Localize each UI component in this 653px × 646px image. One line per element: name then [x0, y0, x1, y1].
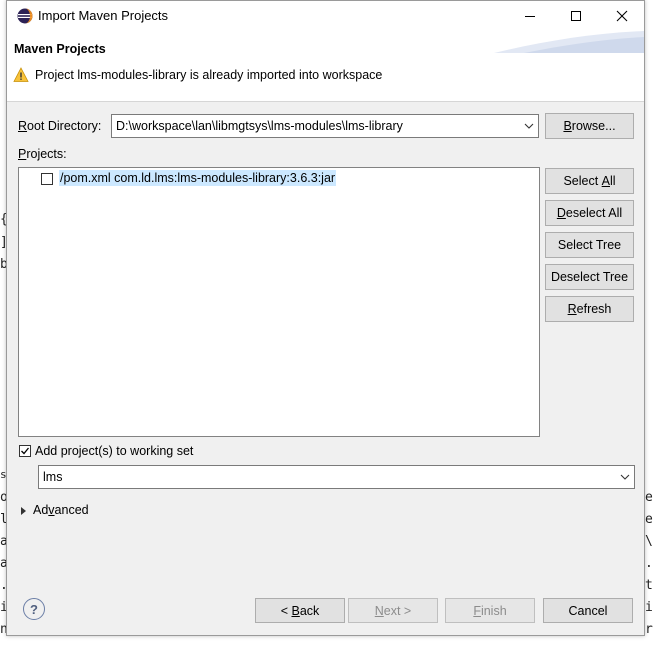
warning-message: Project lms-modules-library is already i… [13, 67, 382, 83]
maximize-button[interactable] [553, 1, 599, 31]
advanced-label-b: anced [54, 503, 89, 517]
bg-fragment: \ [645, 534, 653, 549]
select-all-label-a: Select [563, 174, 602, 188]
root-directory-mnemonic: R [18, 119, 28, 133]
back-mnemonic: B [291, 603, 300, 618]
refresh-button[interactable]: Refresh [545, 296, 634, 322]
eclipse-icon [17, 8, 33, 24]
back-label-a: < [280, 603, 292, 618]
deselect-all-mnemonic: D [556, 206, 566, 220]
help-icon: ? [30, 601, 38, 617]
advanced-label-a: Ad [33, 503, 49, 517]
back-label-b: ack [299, 603, 320, 618]
working-set-checkbox-box[interactable] [19, 445, 31, 457]
root-directory-combo[interactable]: D:\workspace\lan\libmgtsys\lms-modules\l… [111, 114, 539, 138]
warning-text: Project lms-modules-library is already i… [35, 68, 383, 82]
select-all-button[interactable]: Select All [545, 168, 634, 194]
browse-mnemonic: B [563, 119, 572, 133]
select-tree-label: Select Tree [557, 238, 622, 252]
browse-button[interactable]: Browse... [545, 113, 634, 139]
bg-fragment: t [645, 578, 653, 593]
browse-label: rowse... [571, 119, 616, 133]
bg-fragment: r [645, 622, 653, 637]
bg-fragment: i [645, 600, 653, 615]
next-label: ext > [383, 603, 412, 618]
next-mnemonic: N [374, 603, 384, 618]
cancel-button[interactable]: Cancel [543, 598, 633, 623]
select-tree-button[interactable]: Select Tree [545, 232, 634, 258]
banner-graphic [494, 31, 644, 53]
wizard-banner: Maven Projects Project lms-modules-libra… [7, 31, 644, 102]
minimize-icon [525, 16, 535, 17]
minimize-button[interactable] [507, 1, 553, 31]
warning-icon [13, 67, 29, 82]
select-all-mnemonic: A [601, 174, 610, 188]
refresh-label: efresh [576, 302, 612, 316]
chevron-down-icon[interactable] [524, 123, 534, 129]
project-item-label[interactable]: /pom.xml com.ld.lms:lms-modules-library:… [59, 170, 337, 186]
deselect-tree-label: Deselect Tree [550, 270, 629, 284]
chevron-down-icon[interactable] [620, 474, 630, 480]
maximize-icon [571, 11, 581, 21]
projects-label: Projects: [18, 147, 67, 161]
root-directory-label-text: oot Directory: [27, 119, 102, 133]
bg-fragment: . [645, 556, 653, 571]
chevron-right-icon[interactable] [20, 506, 28, 516]
import-maven-dialog: Import Maven Projects Maven Projects Pro… [6, 0, 645, 636]
working-set-label[interactable]: Add project(s) to working set [35, 444, 193, 458]
close-icon [616, 10, 628, 22]
deselect-all-button[interactable]: Deselect All [545, 200, 634, 226]
deselect-all-label: eselect All [565, 206, 623, 220]
title-bar[interactable]: Import Maven Projects [7, 1, 644, 31]
finish-button[interactable]: Finish [445, 598, 535, 623]
root-directory-value: D:\workspace\lan\libmgtsys\lms-modules\l… [116, 119, 403, 133]
projects-label-text: rojects: [26, 147, 67, 161]
checkmark-icon [21, 447, 30, 455]
advanced-label[interactable]: Advanced [33, 503, 89, 517]
bg-fragment: e [645, 490, 653, 505]
cancel-label: Cancel [568, 603, 608, 618]
close-button[interactable] [599, 1, 645, 31]
working-set-value: lms [43, 470, 63, 484]
refresh-mnemonic: R [567, 302, 577, 316]
back-button[interactable]: < Back [255, 598, 345, 623]
working-set-combo[interactable]: lms [38, 465, 635, 489]
bg-fragment: e [645, 512, 653, 527]
page-title: Maven Projects [14, 42, 106, 56]
project-checkbox[interactable] [41, 173, 53, 185]
finish-label: inish [480, 603, 507, 618]
next-button[interactable]: Next > [348, 598, 438, 623]
finish-mnemonic: F [473, 603, 481, 618]
help-button[interactable]: ? [23, 598, 45, 620]
window-title: Import Maven Projects [38, 8, 169, 23]
deselect-tree-button[interactable]: Deselect Tree [545, 264, 634, 290]
select-all-label-b: ll [610, 174, 616, 188]
projects-tree[interactable]: /pom.xml com.ld.lms:lms-modules-library:… [18, 167, 540, 437]
root-directory-label: Root Directory: [18, 119, 101, 133]
